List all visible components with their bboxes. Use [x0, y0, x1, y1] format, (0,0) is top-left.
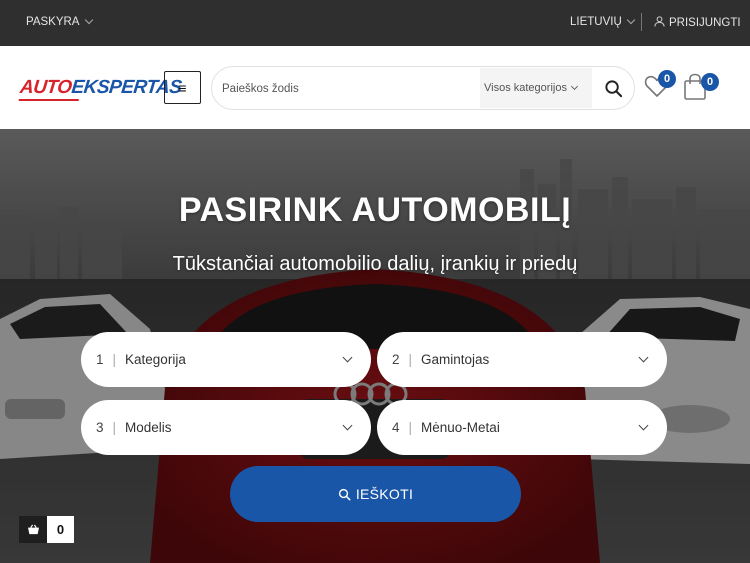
user-icon: [654, 16, 665, 30]
select-label: Gamintojas: [421, 352, 490, 367]
chevron-down-icon: [342, 352, 353, 363]
search-icon: [604, 79, 622, 97]
hamburger-icon: ≡: [178, 79, 187, 96]
language-selector[interactable]: LIETUVIŲ: [570, 15, 636, 28]
login-link[interactable]: PRISIJUNGTI: [654, 16, 741, 30]
select-label: Kategorija: [125, 352, 186, 367]
menu-button[interactable]: ≡: [164, 71, 201, 104]
logo-text-auto: AUTO: [18, 77, 73, 98]
select-separator: |: [112, 420, 117, 435]
select-number: 4: [392, 420, 400, 435]
search-submit-button[interactable]: IEŠKOTI: [230, 466, 521, 522]
search-bar: Visos kategorijos: [211, 66, 635, 110]
site-header: AUTOEKSPERTAS ≡ Visos kategorijos 0 0: [0, 46, 750, 129]
floating-cart-count: 0: [47, 516, 74, 543]
site-logo[interactable]: AUTOEKSPERTAS: [18, 77, 183, 101]
account-menu[interactable]: PASKYRA: [26, 15, 94, 28]
search-submit-label: IEŠKOTI: [355, 486, 414, 502]
select-category[interactable]: 1 | Kategorija: [81, 332, 371, 387]
chevron-down-icon: [85, 15, 94, 25]
select-number: 1: [96, 352, 104, 367]
chevron-down-icon: [342, 420, 353, 431]
search-button[interactable]: [594, 69, 632, 107]
hero-subtitle: Tūkstančiai automobilio dalių, įrankių i…: [172, 253, 578, 275]
select-label: Modelis: [125, 420, 172, 435]
chevron-down-icon: [570, 82, 578, 90]
search-input[interactable]: [222, 77, 482, 101]
select-model[interactable]: 3 | Modelis: [81, 400, 371, 455]
chevron-down-icon: [626, 15, 636, 25]
top-bar: PASKYRA LIETUVIŲ PRISIJUNGTI: [0, 0, 750, 46]
select-month-year[interactable]: 4 | Mėnuo-Metai: [377, 400, 667, 455]
select-number: 2: [392, 352, 400, 367]
select-separator: |: [408, 420, 413, 435]
wishlist-button[interactable]: 0: [644, 70, 676, 103]
logo-underline: [18, 99, 79, 101]
chevron-down-icon: [638, 352, 649, 363]
cart-count-badge: 0: [701, 73, 719, 91]
cart-button[interactable]: 0: [683, 73, 719, 106]
select-separator: |: [408, 352, 413, 367]
select-separator: |: [112, 352, 117, 367]
category-select-label: Visos kategorijos: [484, 82, 567, 94]
login-label: PRISIJUNGTI: [669, 17, 741, 29]
select-manufacturer[interactable]: 2 | Gamintojas: [377, 332, 667, 387]
divider: [641, 13, 642, 31]
account-label: PASKYRA: [26, 16, 80, 28]
select-label: Mėnuo-Metai: [421, 420, 500, 435]
floating-cart[interactable]: 0: [19, 516, 74, 543]
category-select[interactable]: Visos kategorijos: [480, 68, 592, 108]
chevron-down-icon: [638, 420, 649, 431]
basket-icon: [19, 516, 47, 543]
search-icon: [338, 488, 351, 500]
wishlist-count-badge: 0: [658, 70, 676, 88]
hero-section: PASIRINK AUTOMOBILĮ Tūkstančiai automobi…: [0, 129, 750, 563]
hero-title: PASIRINK AUTOMOBILĮ: [178, 191, 572, 229]
select-number: 3: [96, 420, 104, 435]
language-label: LIETUVIŲ: [570, 16, 622, 28]
